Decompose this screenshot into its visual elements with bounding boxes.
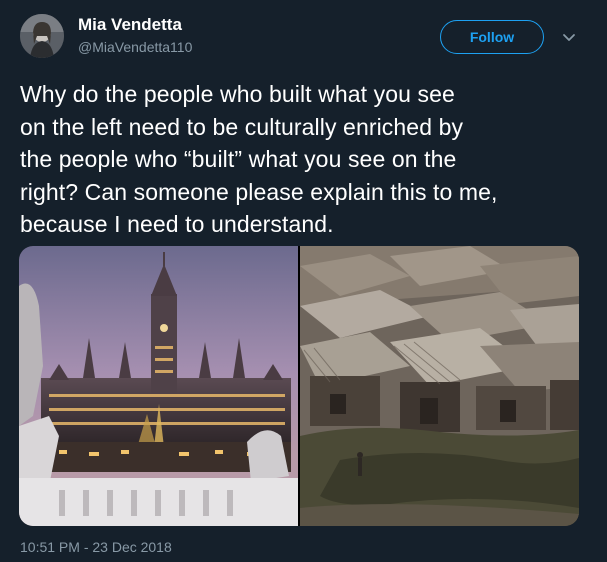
tweet-card: Mia Vendetta @MiaVendetta110 Follow Why … [0,0,607,562]
tweet-timestamp[interactable]: 10:51 PM - 23 Dec 2018 [20,539,172,555]
tweet-text-line: right? Can someone please explain this t… [20,178,498,205]
chevron-down-icon[interactable] [560,28,578,46]
avatar[interactable] [20,14,64,58]
display-name[interactable]: Mia Vendetta [78,15,182,35]
tweet-text-line: the people who “built” what you see on t… [20,146,457,172]
shanty-town-photo[interactable] [300,246,579,526]
tweet-text-line: because I need to understand. [20,211,334,237]
tweet-text-line: Why do the people who built what you see [20,81,455,107]
avatar-image [20,14,64,58]
city-hall-photo[interactable] [19,246,298,526]
tweet-media[interactable] [19,246,579,526]
tweet-text-line: on the left need to be culturally enrich… [20,113,464,140]
user-handle[interactable]: @MiaVendetta110 [78,39,192,55]
tweet-text: Why do the people who built what you see… [20,78,590,241]
follow-button[interactable]: Follow [440,20,544,54]
